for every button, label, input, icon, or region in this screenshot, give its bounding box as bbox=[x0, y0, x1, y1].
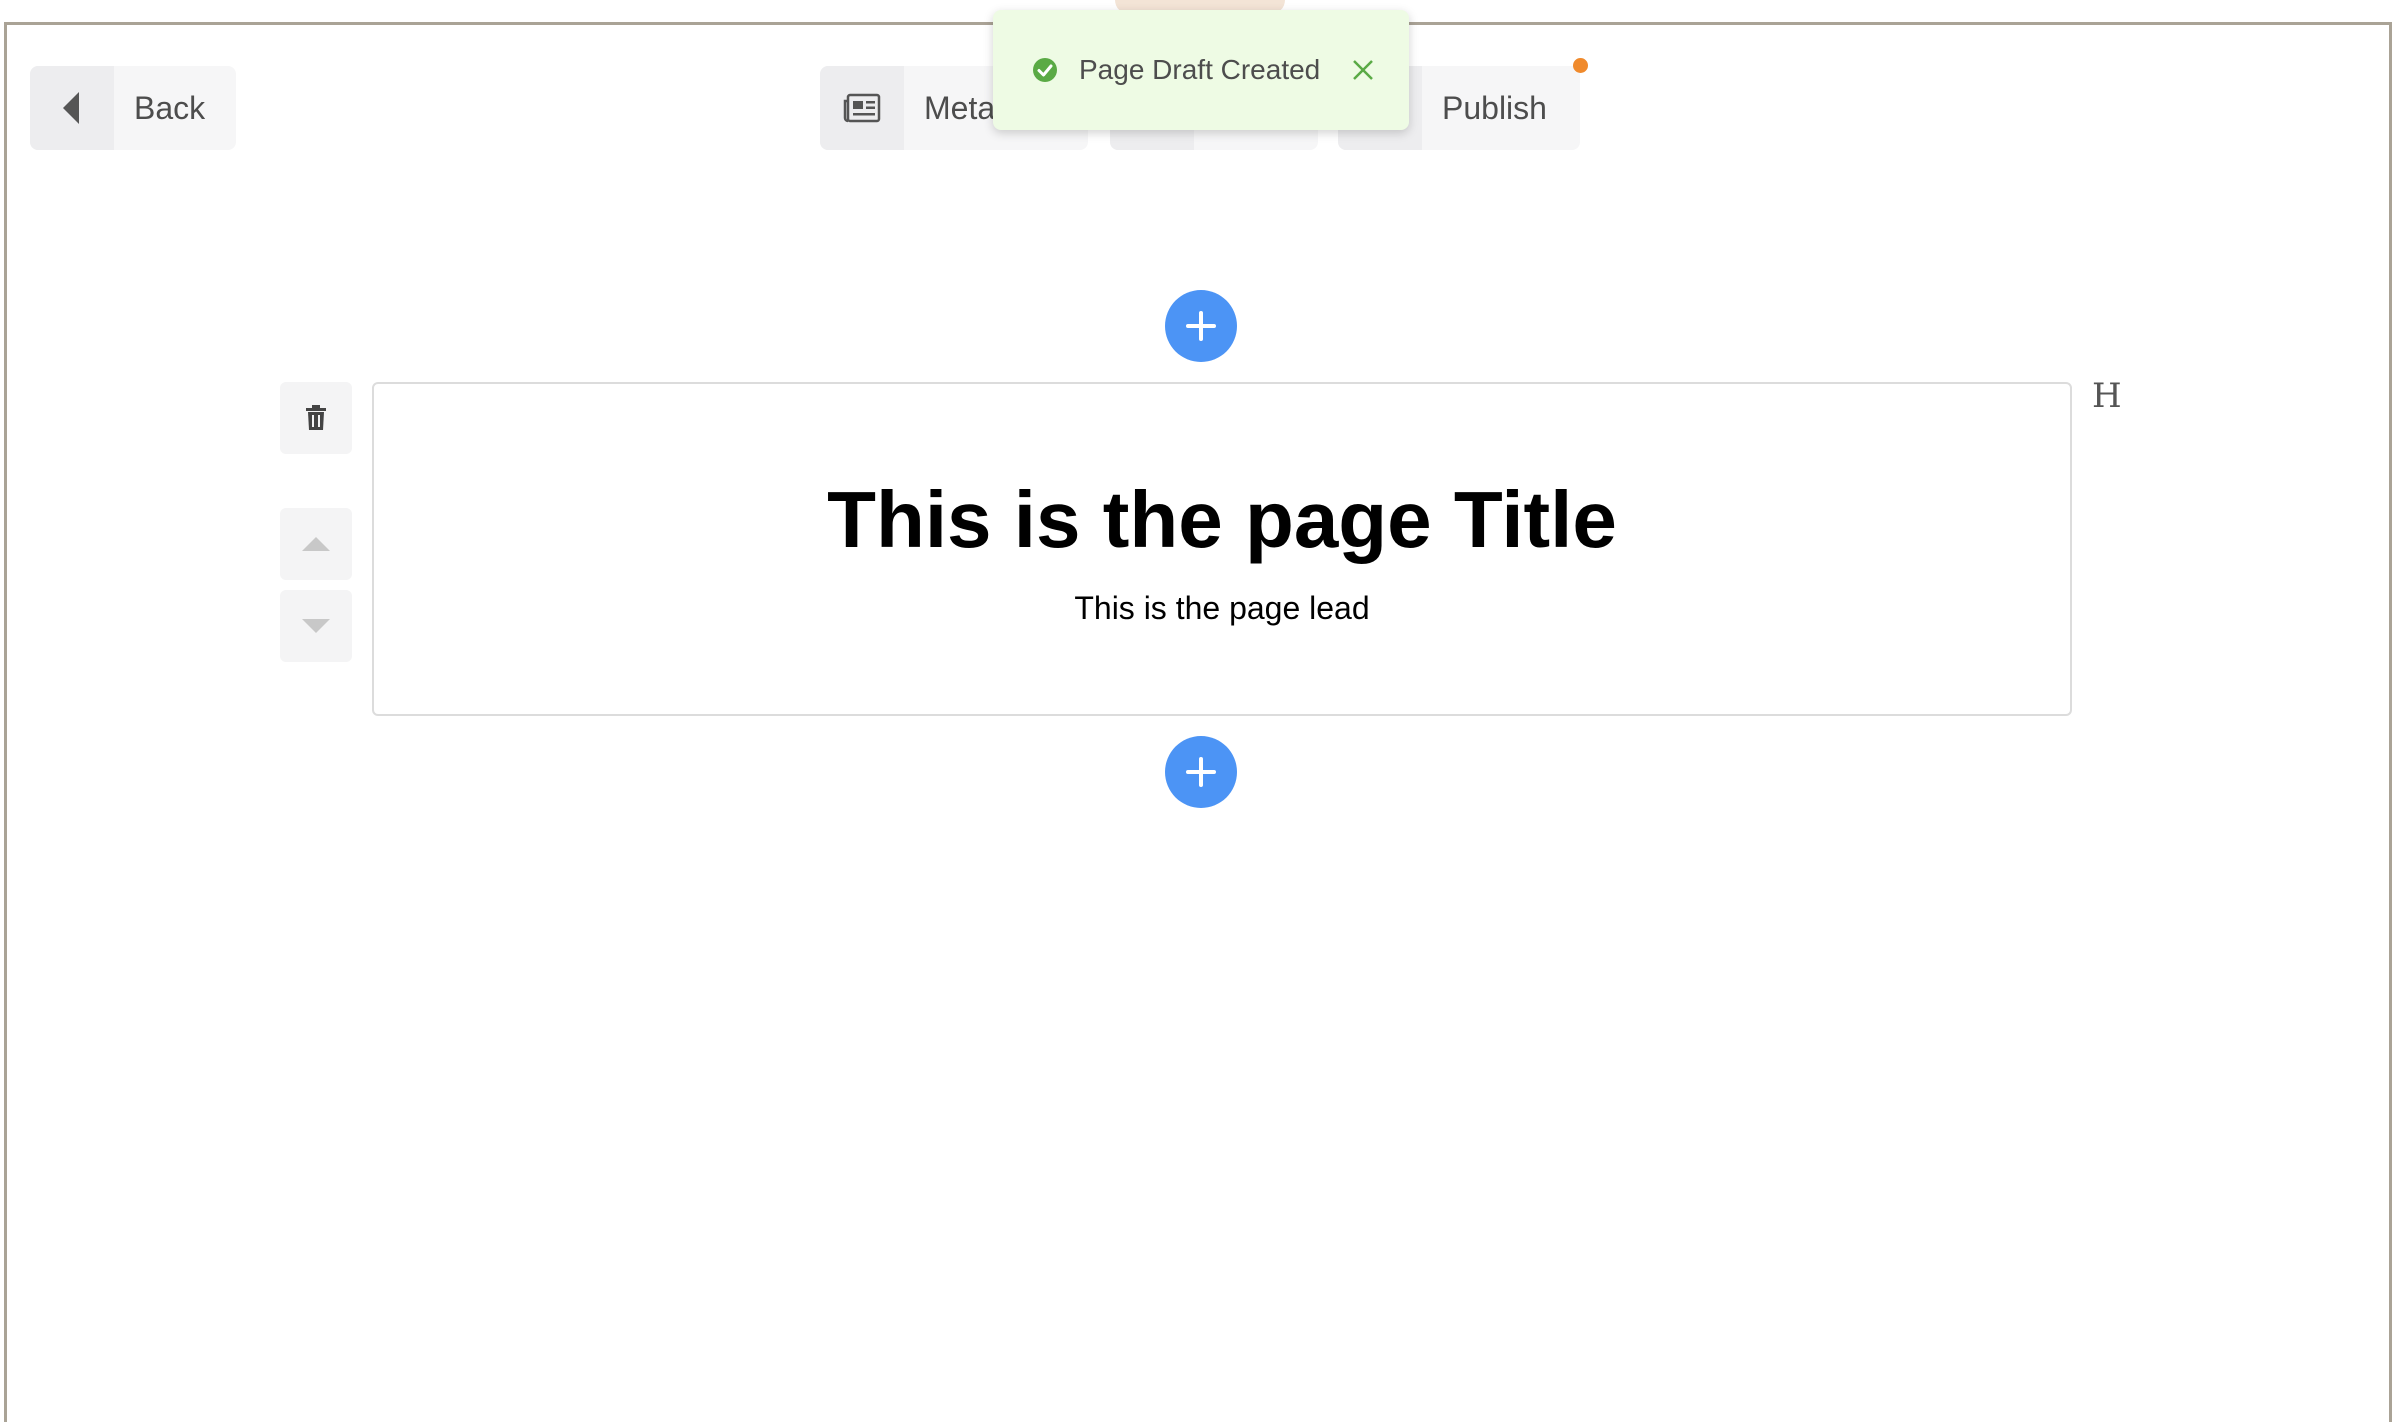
block-type-heading-marker: H bbox=[2092, 376, 2122, 416]
caret-left-icon bbox=[30, 66, 114, 150]
move-block-up-button[interactable] bbox=[280, 508, 352, 580]
page-lead[interactable]: This is the page lead bbox=[374, 590, 2070, 627]
browser-frame bbox=[4, 22, 2392, 1422]
publish-button-label: Publish bbox=[1442, 89, 1547, 126]
back-button-label: Back bbox=[134, 89, 206, 126]
page-header-block[interactable]: This is the page Title This is the page … bbox=[372, 382, 2072, 716]
delete-block-button[interactable] bbox=[280, 382, 352, 454]
plus-icon bbox=[1165, 736, 1237, 808]
newspaper-icon bbox=[820, 66, 904, 150]
plus-icon bbox=[1165, 290, 1237, 362]
move-block-down-button[interactable] bbox=[280, 590, 352, 662]
close-icon[interactable] bbox=[1350, 57, 1376, 83]
toast-notification: Page Draft Created bbox=[993, 10, 1409, 130]
add-block-below-button[interactable] bbox=[1165, 736, 1237, 808]
page-title[interactable]: This is the page Title bbox=[374, 480, 2070, 560]
caret-up-icon bbox=[302, 537, 330, 551]
unsaved-changes-dot bbox=[1573, 58, 1588, 73]
caret-down-icon bbox=[302, 619, 330, 633]
toast-message: Page Draft Created bbox=[1079, 54, 1321, 85]
add-block-above-button[interactable] bbox=[1165, 290, 1237, 362]
back-button[interactable]: Back bbox=[30, 66, 236, 150]
check-circle-icon bbox=[1031, 56, 1059, 84]
trash-icon bbox=[306, 405, 326, 430]
